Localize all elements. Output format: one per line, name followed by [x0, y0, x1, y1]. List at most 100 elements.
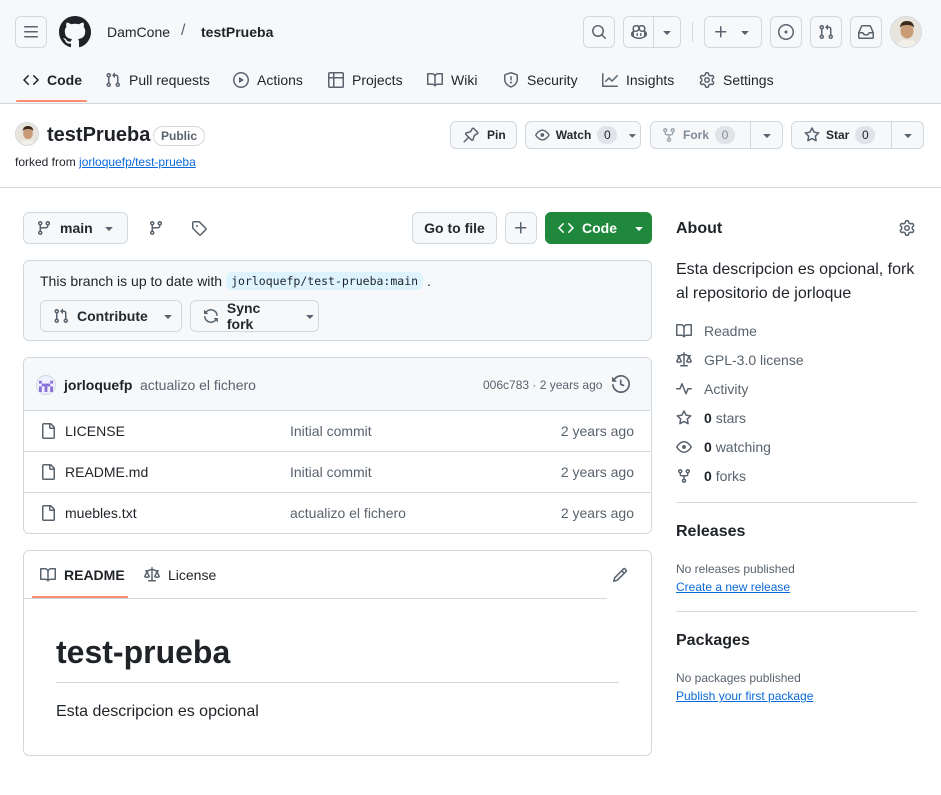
tab-license[interactable]: License — [144, 567, 216, 583]
activity-link[interactable]: Activity — [676, 379, 748, 399]
breadcrumb-owner[interactable]: DamCone — [107, 24, 170, 40]
file-name[interactable]: muebles.txt — [65, 505, 137, 521]
activity-link-label: Activity — [704, 381, 749, 397]
github-logo[interactable] — [59, 16, 91, 48]
file-name[interactable]: README.md — [65, 464, 148, 480]
releases-heading[interactable]: Releases — [676, 523, 745, 541]
fork-button[interactable]: Fork 0 — [650, 121, 783, 149]
file-icon — [42, 505, 55, 521]
law-icon — [676, 352, 692, 367]
tab-pull-requests[interactable]: Pull requests — [105, 64, 210, 96]
forked-from-link[interactable]: jorloquefp/test-prueba — [79, 155, 196, 169]
search-icon — [592, 25, 607, 40]
pin-icon — [463, 127, 479, 143]
tab-insights-label: Insights — [626, 72, 675, 88]
go-to-file-label: Go to file — [424, 220, 485, 236]
commit-author-avatar[interactable] — [36, 375, 56, 395]
forked-from: forked from jorloquefp/test-prueba — [15, 155, 196, 169]
add-file-button[interactable] — [505, 212, 537, 244]
copilot-button[interactable] — [623, 16, 681, 48]
tab-security[interactable]: Security — [503, 64, 578, 96]
create-new-button[interactable] — [704, 16, 762, 48]
search-button[interactable] — [583, 16, 615, 48]
stars-link[interactable]: 0 stars — [676, 408, 746, 428]
triangle-down-icon — [629, 134, 636, 138]
packages-heading[interactable]: Packages — [676, 632, 750, 650]
tab-actions[interactable]: Actions — [233, 64, 303, 96]
readme-link[interactable]: Readme — [676, 321, 757, 341]
readme-tab-indicator — [32, 596, 128, 598]
file-name[interactable]: LICENSE — [65, 423, 125, 439]
inbox-icon — [858, 25, 874, 39]
watching-count: 0 — [704, 439, 712, 455]
file-commit-date: 2 years ago — [560, 423, 634, 439]
contribute-button[interactable]: Contribute — [40, 300, 182, 332]
file-row[interactable]: README.md Initial commit 2 years ago — [24, 451, 650, 492]
branch-name: main — [60, 220, 93, 236]
tab-wiki[interactable]: Wiki — [427, 64, 477, 96]
file-icon — [42, 423, 55, 439]
watching-link[interactable]: 0 watching — [676, 437, 771, 457]
tags-button[interactable] — [183, 212, 215, 244]
file-row[interactable]: muebles.txt actualizo el fichero 2 years… — [24, 492, 650, 533]
create-release-link[interactable]: Create a new release — [676, 580, 790, 594]
file-row[interactable]: LICENSE Initial commit 2 years ago — [24, 410, 650, 451]
tab-actions-label: Actions — [257, 72, 303, 88]
tab-settings[interactable]: Settings — [699, 64, 774, 96]
tab-security-label: Security — [527, 72, 578, 88]
readme-heading: test-prueba — [56, 634, 231, 670]
menu-button[interactable] — [15, 16, 47, 48]
branch-selector[interactable]: main — [23, 212, 128, 244]
sync-fork-label: Sync fork — [226, 300, 261, 332]
readme-body: Esta descripcion es opcional — [56, 703, 259, 720]
star-button[interactable]: Star 0 — [791, 121, 924, 149]
branches-button[interactable] — [140, 212, 172, 244]
about-settings-button[interactable] — [899, 220, 915, 236]
tab-insights[interactable]: Insights — [602, 64, 674, 96]
inbox-button[interactable] — [850, 16, 882, 48]
commit-message[interactable]: actualizo el fichero — [140, 377, 256, 393]
table-icon — [328, 72, 344, 88]
forks-link[interactable]: 0 forks — [676, 466, 746, 486]
star-icon — [804, 127, 820, 142]
go-to-file-button[interactable]: Go to file — [412, 212, 497, 244]
file-commit-message[interactable]: Initial commit — [290, 464, 372, 480]
sync-fork-button[interactable]: Sync fork — [190, 300, 319, 332]
file-commit-date: 2 years ago — [560, 464, 634, 480]
file-commit-message[interactable]: actualizo el fichero — [290, 505, 406, 521]
publish-package-link[interactable]: Publish your first package — [676, 689, 813, 703]
stars-count: 0 — [704, 410, 712, 426]
history-button[interactable] — [612, 375, 630, 393]
about-description: Esta descripcion es opcional, fork al re… — [676, 261, 915, 302]
visibility-badge: Public — [153, 126, 206, 146]
sync-icon — [203, 309, 218, 323]
pin-button[interactable]: Pin — [450, 121, 517, 149]
pull-requests-button[interactable] — [810, 16, 842, 48]
edit-readme-button[interactable] — [612, 567, 628, 583]
repo-title[interactable]: testPrueba — [47, 124, 150, 147]
tab-readme[interactable]: README — [40, 567, 125, 583]
shield-icon — [504, 72, 518, 88]
breadcrumb-repo[interactable]: testPrueba — [201, 24, 273, 40]
upstream-branch-ref[interactable]: jorloquefp/test-prueba:main — [226, 272, 424, 290]
user-avatar[interactable] — [890, 16, 922, 48]
code-dropdown-button[interactable]: Code — [545, 212, 652, 244]
file-commit-message[interactable]: Initial commit — [290, 423, 372, 439]
github-mark-icon — [59, 16, 91, 48]
watching-label: watching — [715, 439, 771, 455]
active-tab-indicator — [16, 100, 87, 102]
tab-wiki-label: Wiki — [451, 72, 478, 88]
issues-button[interactable] — [770, 16, 802, 48]
commit-author[interactable]: jorloquefp — [64, 377, 132, 393]
commit-sha-time[interactable]: 006c783 · 2 years ago — [483, 378, 602, 392]
license-link[interactable]: GPL-3.0 license — [676, 350, 804, 370]
watch-button[interactable]: Watch 0 — [525, 121, 641, 149]
readme-link-label: Readme — [704, 323, 757, 339]
triangle-down-icon — [663, 31, 671, 35]
user-photo-icon — [16, 123, 38, 145]
tab-code[interactable]: Code — [23, 64, 82, 96]
repo-owner-avatar[interactable] — [15, 122, 39, 146]
triangle-down-icon — [635, 227, 643, 231]
tab-projects[interactable]: Projects — [328, 64, 403, 96]
code-dropdown-label: Code — [582, 220, 617, 236]
